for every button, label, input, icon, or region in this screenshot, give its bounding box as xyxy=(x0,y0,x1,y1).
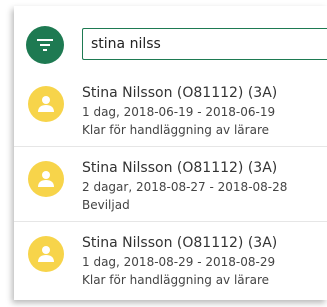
student-search-panel: Stina Nilsson (O81112) (3A) 1 dag, 2018-… xyxy=(14,6,327,300)
status-text: Klar för handläggning av lärare xyxy=(82,273,269,287)
person-icon xyxy=(38,246,54,262)
avatar xyxy=(28,86,64,122)
filter-button[interactable] xyxy=(26,26,64,64)
person-icon xyxy=(38,96,54,112)
filter-icon xyxy=(37,39,53,51)
status-text: Beviljad xyxy=(82,198,130,212)
person-icon xyxy=(38,171,54,187)
list-item[interactable]: Stina Nilsson (O81112) (3A) 1 dag, 2018-… xyxy=(14,221,327,296)
absence-period: 1 dag, 2018-06-19 - 2018-06-19 xyxy=(82,105,276,119)
search-input[interactable] xyxy=(82,28,327,60)
status-text: Klar för handläggning av lärare xyxy=(82,123,269,137)
avatar xyxy=(28,161,64,197)
result-list: Stina Nilsson (O81112) (3A) 1 dag, 2018-… xyxy=(14,72,327,296)
student-name: Stina Nilsson (O81112) (3A) xyxy=(82,85,278,101)
avatar xyxy=(28,236,64,272)
absence-period: 1 dag, 2018-08-29 - 2018-08-29 xyxy=(82,255,276,269)
student-name: Stina Nilsson (O81112) (3A) xyxy=(82,160,278,176)
list-item[interactable]: Stina Nilsson (O81112) (3A) 2 dagar, 201… xyxy=(14,146,327,221)
list-item[interactable]: Stina Nilsson (O81112) (3A) 1 dag, 2018-… xyxy=(14,72,327,146)
absence-period: 2 dagar, 2018-08-27 - 2018-08-28 xyxy=(82,180,288,194)
student-name: Stina Nilsson (O81112) (3A) xyxy=(82,235,278,251)
search-bar xyxy=(14,6,327,81)
